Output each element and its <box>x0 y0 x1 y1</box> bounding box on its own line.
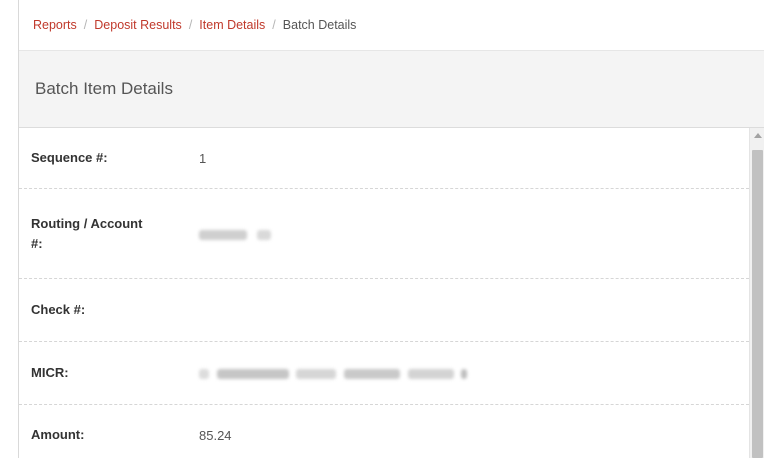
field-row-check: Check #: <box>19 279 749 342</box>
field-row-routing-account: Routing / Account #: <box>19 189 749 279</box>
redacted-text <box>296 369 337 380</box>
routing-account-label-line1: Routing / Account <box>31 215 143 231</box>
micr-value-redacted <box>199 366 468 381</box>
routing-account-label: Routing / Account #: <box>19 214 199 254</box>
scrollbar-thumb[interactable] <box>752 150 763 458</box>
breadcrumb-link-deposit-results[interactable]: Deposit Results <box>94 18 182 32</box>
breadcrumb: Reports / Deposit Results / Item Details… <box>19 0 764 51</box>
redacted-text <box>199 229 247 240</box>
routing-account-value-redacted <box>199 226 271 241</box>
sequence-label: Sequence #: <box>31 150 108 165</box>
details-list: Sequence #: 1 Routing / Account #: Check… <box>19 128 749 458</box>
breadcrumb-separator: / <box>188 18 193 32</box>
amount-label: Amount: <box>31 427 85 442</box>
redacted-text <box>199 369 209 380</box>
breadcrumb-separator: / <box>272 18 276 32</box>
redacted-text <box>216 369 289 380</box>
routing-account-label-line2: #: <box>31 235 43 251</box>
batch-details-page: Reports / Deposit Results / Item Details… <box>18 0 764 458</box>
breadcrumb-link-item-details[interactable]: Item Details <box>199 18 265 32</box>
panel-header: Batch Item Details <box>19 51 764 128</box>
panel-title: Batch Item Details <box>35 79 173 98</box>
field-row-sequence: Sequence #: 1 <box>19 128 749 189</box>
breadcrumb-link-reports[interactable]: Reports <box>33 18 77 32</box>
redacted-text <box>343 369 400 380</box>
vertical-scrollbar[interactable] <box>749 128 764 458</box>
redacted-text <box>256 229 271 240</box>
redacted-text <box>407 369 454 380</box>
sequence-value: 1 <box>199 150 207 166</box>
micr-label: MICR: <box>31 365 69 380</box>
field-row-amount: Amount: 85.24 <box>19 405 749 458</box>
amount-value: 85.24 <box>199 427 232 443</box>
breadcrumb-current-page: Batch Details <box>282 18 357 32</box>
check-label: Check #: <box>31 302 86 317</box>
breadcrumb-separator: / <box>83 18 88 32</box>
scroll-up-arrow-icon[interactable] <box>750 128 764 142</box>
field-row-micr: MICR: <box>19 342 749 405</box>
redacted-text <box>461 369 468 380</box>
